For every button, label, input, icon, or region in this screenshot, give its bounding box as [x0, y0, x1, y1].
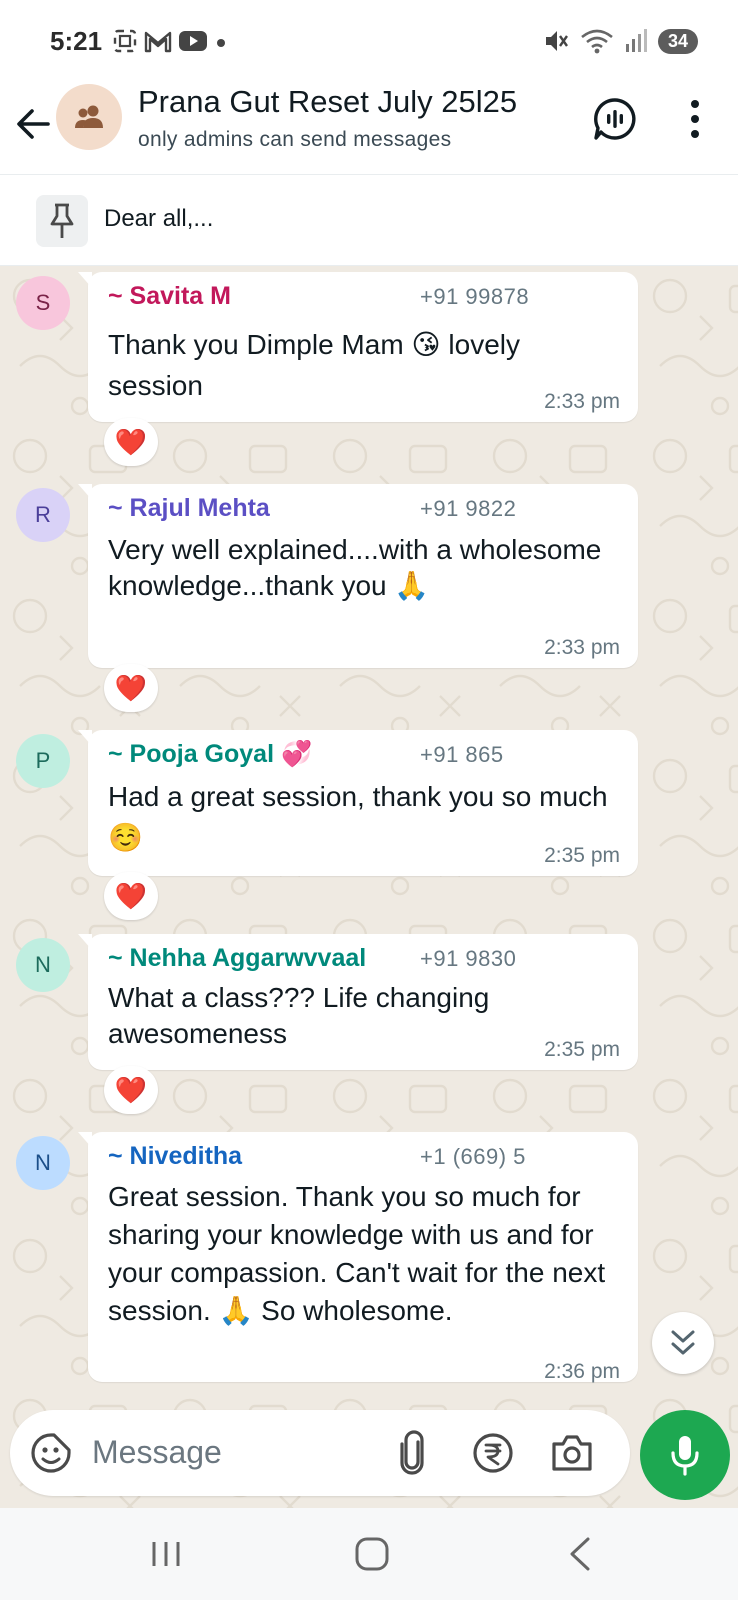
pinned-message-text: Dear all,... — [104, 205, 214, 232]
sender-avatar[interactable]: S — [16, 276, 70, 330]
message-bubble[interactable]: ~ Rajul Mehta +91 9822 Very well explain… — [78, 484, 638, 668]
mute-icon — [545, 31, 568, 51]
sender-name[interactable]: ~ Niveditha — [108, 1142, 242, 1171]
avatar-initial: N — [35, 952, 51, 977]
gmail-icon — [144, 31, 172, 53]
back-icon[interactable] — [560, 1536, 600, 1572]
bubble-tail — [78, 1132, 92, 1148]
message-time: 2:35 pm — [544, 844, 620, 867]
message-bubble[interactable]: ~ Niveditha +1 (669) 5 Great session. Th… — [78, 1132, 638, 1383]
pinned-message-bar[interactable]: Dear all,... — [0, 174, 738, 266]
microphone-icon — [671, 1436, 699, 1476]
heart-reaction-icon: ❤️ — [114, 880, 148, 911]
dot-icon — [217, 39, 225, 47]
group-subtitle: only admins can send messages — [138, 128, 452, 151]
message-bubble[interactable]: ~ Nehha Aggarwvvaal +91 9830 What a clas… — [78, 934, 638, 1070]
status-time: 5:21 — [50, 26, 103, 56]
camera-icon[interactable] — [550, 1432, 594, 1474]
recent-apps-icon[interactable] — [146, 1536, 186, 1572]
avatar-initial: N — [35, 1150, 51, 1175]
back-arrow-icon[interactable] — [14, 104, 54, 144]
sender-phone: +91 99878 — [420, 284, 530, 309]
sender-phone: +91 9822 — [420, 496, 517, 521]
bubble-tail — [78, 730, 92, 746]
message-time: 2:33 pm — [544, 636, 620, 659]
reaction-badge[interactable]: ❤️ — [104, 1066, 158, 1114]
heart-reaction-icon: ❤️ — [114, 672, 148, 703]
attach-icon[interactable] — [394, 1430, 430, 1476]
group-title[interactable]: Prana Gut Reset July 25l25 — [138, 84, 517, 120]
sender-phone: +91 865 — [420, 742, 504, 767]
voice-message-button[interactable] — [640, 1410, 730, 1500]
battery-indicator: 34 — [657, 28, 698, 54]
scroll-to-bottom-button[interactable] — [652, 1312, 714, 1374]
screenshot-icon — [113, 29, 137, 53]
pin-icon-box — [36, 195, 88, 247]
reaction-badge[interactable]: ❤️ — [104, 664, 158, 712]
sender-avatar[interactable]: P — [16, 734, 70, 788]
avatar-initial: P — [35, 748, 51, 773]
pin-icon — [50, 203, 74, 238]
sender-phone: +1 (669) 5 — [420, 1144, 526, 1169]
sender-avatar[interactable]: N — [16, 1136, 70, 1190]
sender-avatar[interactable]: N — [16, 938, 70, 992]
notification-icons — [112, 28, 228, 54]
home-icon[interactable] — [352, 1536, 392, 1572]
group-avatar[interactable] — [56, 84, 122, 150]
message-composer: Message — [0, 1396, 738, 1508]
message-input-container[interactable]: Message — [10, 1410, 630, 1496]
sender-avatar[interactable]: R — [16, 488, 70, 542]
sender-phone: +91 9830 — [420, 946, 517, 971]
wifi-icon — [581, 29, 613, 54]
avatar-initial: R — [35, 502, 51, 527]
message-text: Very well explained....with a wholesome … — [108, 534, 602, 601]
sticker-icon[interactable] — [30, 1432, 72, 1474]
chat-header: Prana Gut Reset July 25l25 only admins c… — [0, 84, 738, 174]
signal-icon — [625, 29, 647, 52]
youtube-icon — [179, 31, 207, 51]
reaction-badge[interactable]: ❤️ — [104, 418, 158, 466]
bubble-tail — [78, 272, 92, 288]
sender-name[interactable]: ~ Rajul Mehta — [108, 494, 270, 523]
sender-name[interactable]: ~ Nehha Aggarwvvaal — [108, 944, 366, 973]
message-bubble[interactable]: ~ Pooja Goyal 💞 +91 865 Had a great sess… — [78, 730, 638, 876]
system-icons: 34 — [542, 28, 698, 54]
sender-name[interactable]: ~ Savita M — [108, 282, 231, 311]
message-time: 2:36 pm — [544, 1360, 620, 1383]
bubble-tail — [78, 934, 92, 950]
message-time: 2:33 pm — [544, 390, 620, 413]
sender-name[interactable]: ~ Pooja Goyal 💞 — [108, 740, 312, 769]
system-navigation-bar — [0, 1508, 738, 1600]
message-text: Great session. Thank you so much for sha… — [108, 1181, 606, 1326]
heart-reaction-icon: ❤️ — [114, 1074, 148, 1105]
group-people-icon — [75, 105, 103, 128]
message-bubble[interactable]: ~ Savita M +91 99878 Thank you Dimple Ma… — [78, 272, 638, 422]
message-time: 2:35 pm — [544, 1038, 620, 1061]
bubble-tail — [78, 484, 92, 500]
more-options-icon[interactable] — [680, 96, 710, 142]
rupee-payment-icon[interactable] — [472, 1432, 514, 1474]
message-input[interactable]: Message — [92, 1434, 222, 1471]
reaction-badge[interactable]: ❤️ — [104, 872, 158, 920]
heart-reaction-icon: ❤️ — [114, 426, 148, 457]
avatar-initial: S — [35, 290, 51, 315]
double-chevron-down-icon — [671, 1330, 695, 1355]
status-bar: 5:21 34 — [0, 0, 738, 84]
chat-area[interactable]: S ~ Savita M +91 99878 Thank you Dimple … — [0, 266, 738, 1508]
voice-chat-icon[interactable] — [592, 96, 638, 142]
